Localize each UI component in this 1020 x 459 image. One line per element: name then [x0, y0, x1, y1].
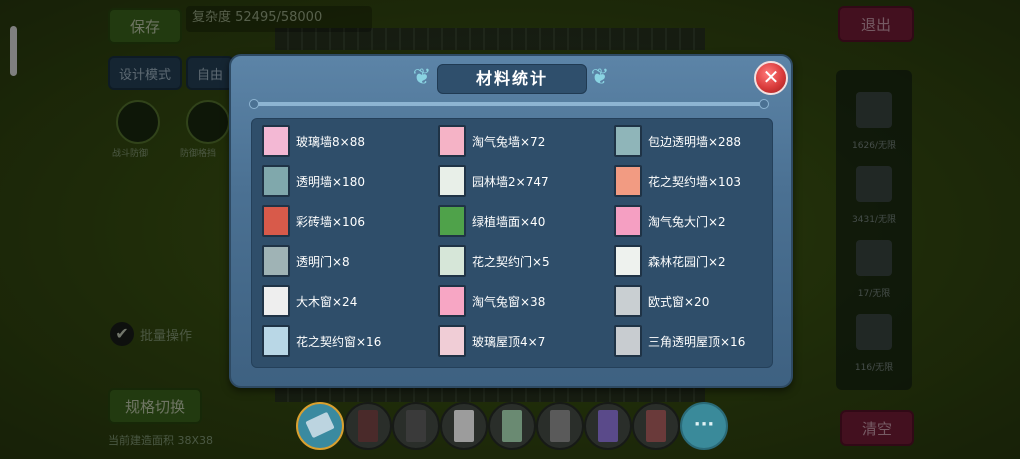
divider-dot-left: [249, 99, 259, 109]
material-item-label: 大木窗×24: [296, 294, 358, 309]
wood-window-icon: [262, 285, 290, 317]
garden-wall-icon: [438, 165, 466, 197]
material-item: 园林墙2×747: [438, 165, 549, 197]
material-item-label: 淘气兔大门×2: [648, 214, 726, 229]
rabbit-gate-icon: [614, 205, 642, 237]
material-item-label: 透明墙×180: [296, 174, 365, 189]
material-item-label: 花之契约墙×103: [648, 174, 741, 189]
material-item: 淘气兔墙×72: [438, 125, 546, 157]
edged-wall-icon: [614, 125, 642, 157]
divider-dot-right: [759, 99, 769, 109]
brown-door-icon: [646, 410, 666, 442]
transparent-door-icon: [262, 245, 290, 277]
material-item-label: 包边透明墙×288: [648, 134, 741, 149]
material-item-label: 彩砖墙×106: [296, 214, 365, 229]
swirl-right-icon: ❦: [590, 65, 610, 90]
more-button[interactable]: ···: [680, 402, 728, 450]
more-icon: ···: [693, 414, 715, 435]
material-item-label: 园林墙2×747: [472, 174, 549, 189]
plant-wall-icon: [438, 205, 466, 237]
hotbar-slot[interactable]: [536, 402, 584, 450]
material-item: 淘气兔窗×38: [438, 285, 546, 317]
brick-wall-icon: [262, 205, 290, 237]
green-door-icon: [502, 410, 522, 442]
material-item-label: 欧式窗×20: [648, 294, 710, 309]
material-item: 玻璃屋顶4×7: [438, 325, 546, 357]
material-item: 花之契约门×5: [438, 245, 550, 277]
white-door-icon: [454, 410, 474, 442]
hotbar-slot[interactable]: [584, 402, 632, 450]
close-button[interactable]: ✕: [754, 61, 788, 95]
material-item: 三角透明屋顶×16: [614, 325, 746, 357]
triangle-roof-icon: [614, 325, 642, 357]
eraser-icon: [305, 411, 335, 439]
material-item-label: 淘气兔墙×72: [472, 134, 546, 149]
material-item-label: 花之契约门×5: [472, 254, 550, 269]
material-item-label: 绿植墙面×40: [472, 214, 546, 229]
purple-door-icon: [598, 410, 618, 442]
material-item-label: 森林花园门×2: [648, 254, 726, 269]
glass-roof-icon: [438, 325, 466, 357]
material-item: 玻璃墙8×88: [262, 125, 365, 157]
dialog-header: ❦ 材料统计 ❦: [407, 62, 615, 94]
material-item-label: 玻璃屋顶4×7: [472, 334, 546, 349]
dark-door-icon: [358, 410, 378, 442]
rabbit-window-icon: [438, 285, 466, 317]
material-list: 玻璃墙8×88 淘气兔墙×72 包边透明墙×288 透明墙×180 园林墙2×747 花之…: [251, 118, 773, 368]
transparent-wall-icon: [262, 165, 290, 197]
rabbit-wall-icon: [438, 125, 466, 157]
material-item: 包边透明墙×288: [614, 125, 741, 157]
material-item: 绿植墙面×40: [438, 205, 546, 237]
material-stats-dialog: ❦ 材料统计 ❦ ✕ 玻璃墙8×88 淘气兔墙×72 包边透明墙×288 透明墙×18…: [229, 54, 793, 388]
hotbar-slot[interactable]: [440, 402, 488, 450]
material-item: 透明墙×180: [262, 165, 365, 197]
gray-door-icon: [406, 410, 426, 442]
material-item-label: 玻璃墙8×88: [296, 134, 365, 149]
material-item: 大木窗×24: [262, 285, 358, 317]
swirl-left-icon: ❦: [412, 65, 432, 90]
glass-wall-icon: [262, 125, 290, 157]
material-item-label: 透明门×8: [296, 254, 350, 269]
material-item: 彩砖墙×106: [262, 205, 365, 237]
material-item: 花之契约窗×16: [262, 325, 382, 357]
material-item-label: 花之契约窗×16: [296, 334, 382, 349]
panel-door-icon: [550, 410, 570, 442]
material-item-label: 三角透明屋顶×16: [648, 334, 746, 349]
euro-window-icon: [614, 285, 642, 317]
material-item: 森林花园门×2: [614, 245, 726, 277]
material-item: 欧式窗×20: [614, 285, 710, 317]
dialog-title: 材料统计: [437, 64, 587, 94]
hotbar-slot[interactable]: [488, 402, 536, 450]
hotbar-slot[interactable]: [344, 402, 392, 450]
material-item: 透明门×8: [262, 245, 350, 277]
close-icon: ✕: [762, 65, 780, 89]
hotbar-slot[interactable]: [392, 402, 440, 450]
forest-door-icon: [614, 245, 642, 277]
hotbar-slot[interactable]: [632, 402, 680, 450]
flower-wall-icon: [614, 165, 642, 197]
material-item-label: 淘气兔窗×38: [472, 294, 546, 309]
material-item: 花之契约墙×103: [614, 165, 741, 197]
divider: [249, 99, 769, 109]
material-item: 淘气兔大门×2: [614, 205, 726, 237]
flower-door-icon: [438, 245, 466, 277]
flower-window-icon: [262, 325, 290, 357]
hotbar-slot[interactable]: [296, 402, 344, 450]
